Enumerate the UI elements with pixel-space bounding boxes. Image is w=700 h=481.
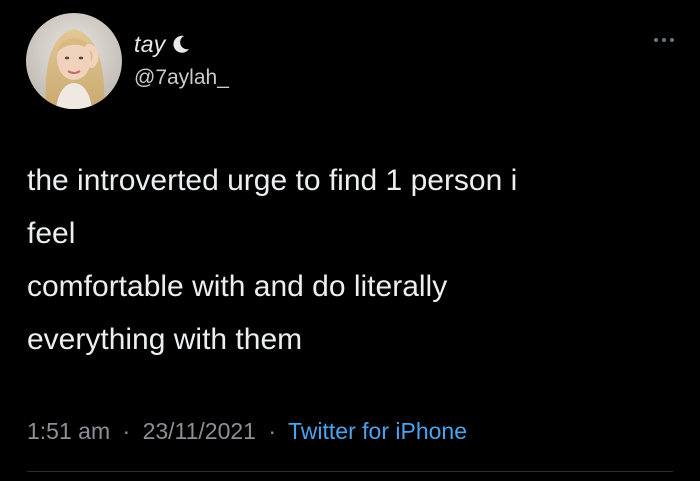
more-options-icon[interactable] bbox=[652, 32, 676, 42]
avatar[interactable] bbox=[26, 13, 122, 109]
meta-separator: · bbox=[122, 418, 131, 444]
user-handle[interactable]: @7aylah_ bbox=[134, 66, 229, 90]
tweet-meta: 1:51 am · 23/11/2021 · Twitter for iPhon… bbox=[27, 418, 467, 445]
display-name-row: tay bbox=[134, 28, 229, 60]
tweet-text: the introverted urge to find 1 person i … bbox=[27, 154, 667, 366]
tweet-card: tay @7aylah_ the introverted urge to fin… bbox=[0, 0, 700, 481]
tweet-text-line: comfortable with and do literally bbox=[27, 270, 448, 303]
moon-icon bbox=[171, 34, 191, 54]
tweet-source-link[interactable]: Twitter for iPhone bbox=[288, 418, 467, 444]
tweet-text-line: feel bbox=[27, 217, 76, 250]
divider bbox=[27, 471, 673, 472]
meta-separator: · bbox=[268, 418, 277, 444]
user-info: tay @7aylah_ bbox=[134, 28, 229, 90]
tweet-text-line: the introverted urge to find 1 person i bbox=[27, 164, 518, 197]
profile-photo bbox=[26, 13, 122, 109]
tweet-date[interactable]: 23/11/2021 bbox=[143, 418, 256, 444]
tweet-text-line: everything with them bbox=[27, 323, 303, 356]
tweet-time[interactable]: 1:51 am bbox=[27, 418, 110, 444]
display-name[interactable]: tay bbox=[134, 31, 166, 58]
